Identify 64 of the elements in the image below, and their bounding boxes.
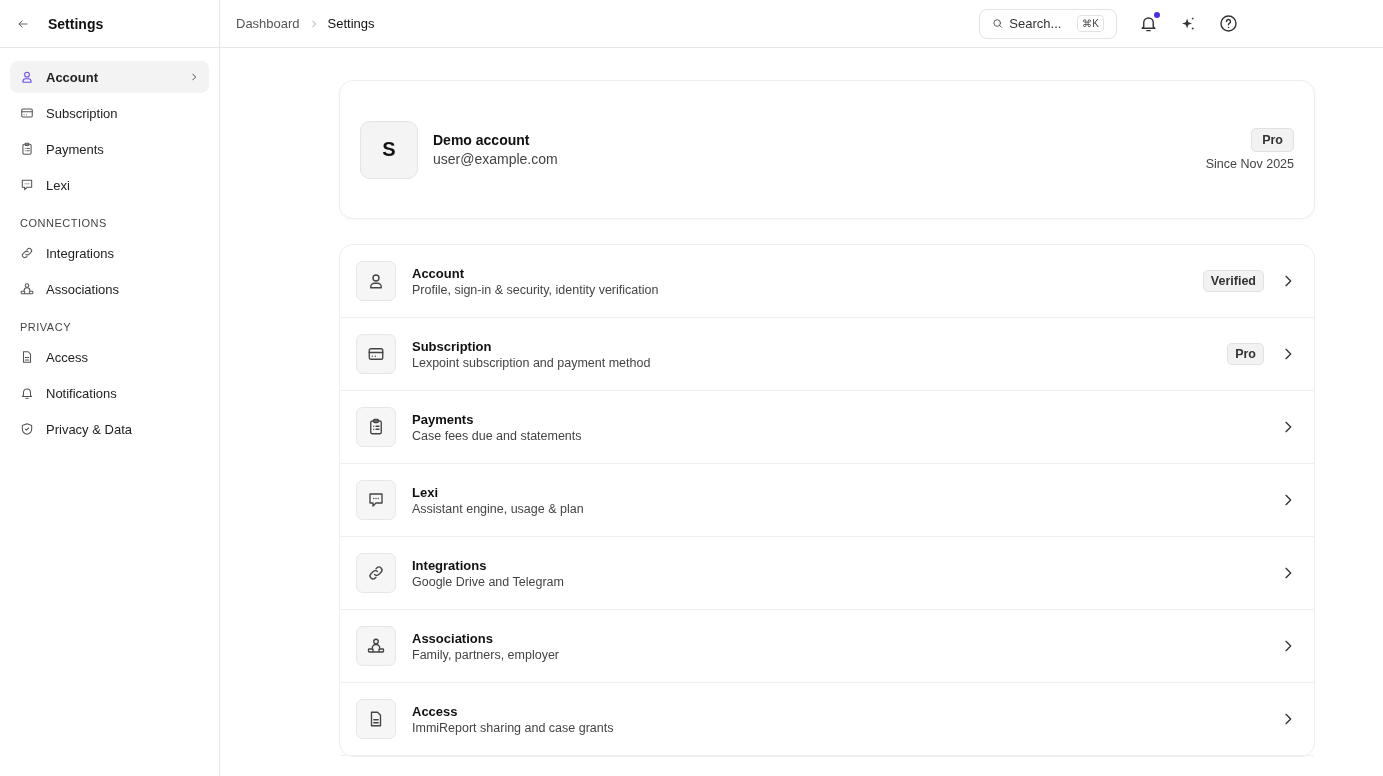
- member-since: Since Nov 2025: [1205, 157, 1294, 171]
- help-icon[interactable]: [1219, 14, 1238, 33]
- sidebar-item[interactable]: Privacy & Data: [10, 413, 209, 445]
- clipboard-icon: [20, 142, 34, 156]
- row-title: Integrations: [412, 557, 488, 573]
- row-description: Lexpoint subscription and payment method: [412, 355, 652, 370]
- user-icon: [20, 70, 34, 84]
- user-icon: [367, 272, 385, 290]
- sidebar-item[interactable]: Access: [10, 341, 209, 373]
- settings-row[interactable]: Account Profile, sign-in & security, identity verification Verified: [340, 245, 1314, 318]
- breadcrumb-link[interactable]: Dashboard: [236, 16, 300, 31]
- clipboard-icon: [367, 418, 385, 436]
- sidebar-item[interactable]: Notifications: [10, 377, 209, 409]
- chat-icon: [20, 178, 34, 192]
- shield-icon: [20, 422, 34, 436]
- sparkle-icon[interactable]: [1180, 15, 1197, 32]
- settings-row[interactable]: Subscription Lexpoint subscription and payment method Pro: [340, 318, 1314, 391]
- chat-icon: [367, 491, 385, 509]
- sidebar-item[interactable]: Subscription: [10, 97, 209, 129]
- account-name: Demo account: [433, 132, 531, 148]
- row-title: Account: [412, 265, 465, 281]
- link-icon: [20, 246, 34, 260]
- credit-card-icon: [20, 106, 34, 120]
- plan-badge: Pro: [1251, 128, 1294, 152]
- settings-row[interactable]: Access ImmiReport sharing and case grants: [340, 683, 1314, 756]
- section-heading: PRIVACY: [19, 320, 72, 335]
- row-description: Profile, sign-in & security, identity verification: [412, 282, 660, 297]
- search-icon: [992, 17, 1004, 30]
- row-description: Google Drive and Telegram: [412, 574, 565, 589]
- bell-icon: [1139, 14, 1158, 33]
- credit-card-icon: [367, 345, 385, 363]
- people-icon: [20, 282, 34, 296]
- settings-row[interactable]: Lexi Assistant engine, usage & plan: [340, 464, 1314, 537]
- search-field[interactable]: Search... ⌘K: [979, 8, 1117, 39]
- row-title: Access: [412, 703, 459, 719]
- row-title: Associations: [412, 630, 494, 646]
- row-title: Lexi: [412, 484, 439, 500]
- row-description: Assistant engine, usage & plan: [412, 501, 585, 516]
- row-title: Subscription: [412, 338, 493, 354]
- settings-row[interactable]: Associations Family, partners, employer: [340, 610, 1314, 683]
- row-description: Case fees due and statements: [412, 428, 583, 443]
- people-icon: [367, 637, 385, 655]
- link-icon: [367, 564, 385, 582]
- sidebar-title: Settings: [48, 15, 104, 32]
- row-description: ImmiReport sharing and case grants: [412, 720, 615, 735]
- settings-row[interactable]: Integrations Google Drive and Telegram: [340, 537, 1314, 610]
- sidebar-item[interactable]: Associations: [10, 273, 209, 305]
- shortcut-key: ⌘K: [1077, 15, 1104, 32]
- sidebar-item[interactable]: Account: [10, 61, 209, 93]
- status-badge: Pro: [1227, 343, 1264, 365]
- document-icon: [20, 350, 34, 364]
- settings-row[interactable]: Payments Case fees due and statements: [340, 391, 1314, 464]
- status-badge: Verified: [1202, 270, 1264, 292]
- sidebar-item[interactable]: Integrations: [10, 237, 209, 269]
- row-description: Family, partners, employer: [412, 647, 561, 662]
- avatar: S: [360, 120, 418, 179]
- row-title: Payments: [412, 411, 475, 427]
- chevron-right-icon: [189, 72, 199, 82]
- sidebar-item[interactable]: Payments: [10, 133, 209, 165]
- section-heading: CONNECTIONS: [19, 216, 108, 231]
- bell-icon: [20, 386, 34, 400]
- sidebar-item[interactable]: Lexi: [10, 169, 209, 201]
- breadcrumb-link[interactable]: Settings: [327, 16, 375, 31]
- account-email: user@example.com: [433, 151, 559, 167]
